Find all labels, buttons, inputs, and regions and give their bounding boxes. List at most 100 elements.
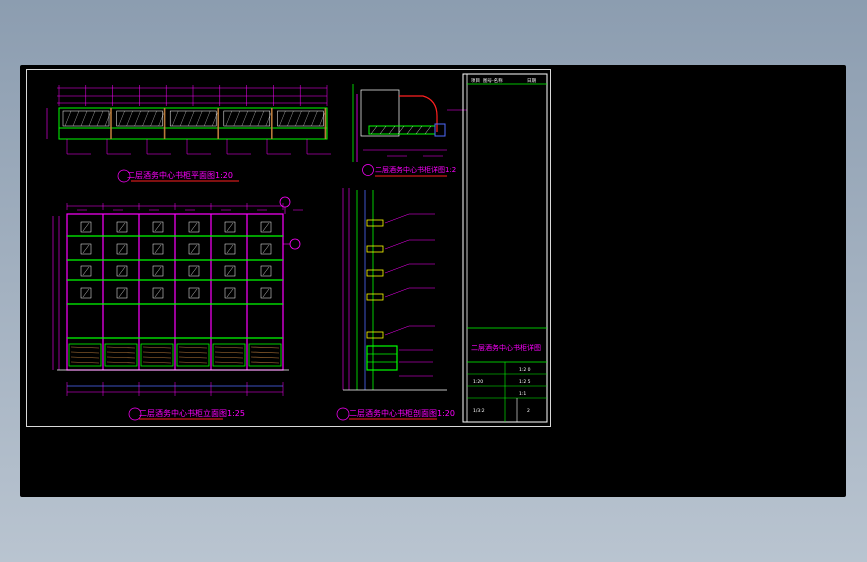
elevation-wood-grain <box>142 361 172 364</box>
plan-bay-hatch <box>287 110 294 127</box>
plan-bay-hatch <box>196 110 203 127</box>
elevation-wood-grain <box>214 356 244 359</box>
detail-hatch-line <box>406 125 414 135</box>
plan-bay-hatch <box>180 110 187 127</box>
elevation-wood-grain <box>70 351 100 354</box>
section-leader-line <box>384 325 410 336</box>
plan-bay-hatch <box>233 110 240 127</box>
plan-bay-hatch <box>319 110 326 127</box>
plan-bay-hatch <box>303 110 310 127</box>
section-shelf-profile <box>366 269 384 277</box>
elevation-glass-hatch <box>82 266 90 276</box>
elevation-wood-grain <box>178 346 208 349</box>
plan-bay-hatch <box>96 110 104 127</box>
elevation-glass-hatch <box>82 244 90 254</box>
elevation-glass-hatch <box>190 244 198 254</box>
plan-bay-hatch <box>142 110 149 127</box>
elevation-glass-hatch <box>226 266 234 276</box>
elevation-wood-grain <box>142 351 172 354</box>
elevation-glass-hatch <box>154 266 162 276</box>
elevation-wood-grain <box>250 361 280 364</box>
title-row-2-right: 1:1 <box>519 391 526 397</box>
section-shelf-profile <box>366 245 384 253</box>
section-shelf-profile <box>366 293 384 301</box>
cad-viewport[interactable]: 二层酒务中心书柜平面图1:20 二层酒务中心书柜详图1:2 二层酒务中心书柜立面… <box>20 65 846 497</box>
plan-bay-hatch <box>80 110 88 127</box>
section-leader-line <box>384 263 410 274</box>
plan-bay-hatch <box>257 110 264 127</box>
plan-bay-hatch <box>158 110 165 127</box>
plan-bay-hatch <box>225 110 232 127</box>
section-shelf-profile <box>366 331 384 339</box>
detail-hatch-line <box>424 125 432 135</box>
cad-drawing: 二层酒务中心书柜平面图1:20 二层酒务中心书柜详图1:2 二层酒务中心书柜立面… <box>46 73 548 423</box>
elevation-glass-hatch <box>226 288 234 298</box>
plan-bay-hatch <box>118 110 125 127</box>
elevation-wood-grain <box>142 346 172 349</box>
plan-bay-hatch <box>88 110 96 127</box>
elevation-wood-grain <box>214 351 244 354</box>
detail-callout-bubble <box>362 164 374 176</box>
elevation-wood-grain <box>106 356 136 359</box>
plan-bay-hatch <box>295 110 302 127</box>
plan-bay-hatch <box>64 110 72 127</box>
section-leader-line <box>384 287 410 298</box>
plan-bay-hatch <box>150 110 157 127</box>
plan-bay-hatch <box>212 110 219 127</box>
elevation-wood-grain <box>214 361 244 364</box>
title-row-3-left: 1/3:2 <box>473 408 485 414</box>
plan-bay-hatch <box>126 110 133 127</box>
title-row-3-right: 2 <box>527 408 530 414</box>
elevation-glass-hatch <box>190 266 198 276</box>
title-block <box>462 73 548 423</box>
elevation-glass-hatch <box>118 222 126 232</box>
detail-hatch-line <box>388 125 396 135</box>
elevation-glass-hatch <box>154 288 162 298</box>
plan-view <box>46 85 331 155</box>
elevation-wood-grain <box>178 361 208 364</box>
elevation-wood-grain <box>250 351 280 354</box>
plan-view-caption: 二层酒务中心书柜平面图1:20 <box>127 170 233 180</box>
plan-bay-hatch <box>204 110 211 127</box>
drawing-title: 二层酒务中心书柜详图 <box>471 343 541 352</box>
elevation-view-caption: 二层酒务中心书柜立面图1:25 <box>139 408 245 418</box>
elevation-glass-hatch <box>226 222 234 232</box>
title-block-header-date: 日期 <box>527 78 536 84</box>
plan-bay-hatch <box>311 110 318 127</box>
elevation-wood-grain <box>142 356 172 359</box>
elevation-glass-hatch <box>82 222 90 232</box>
plan-bay-hatch <box>279 110 286 127</box>
elevation-glass-hatch <box>154 244 162 254</box>
elevation-wood-grain <box>106 346 136 349</box>
plan-bay-hatch <box>172 110 179 127</box>
title-block-header-name: 图号-名称 <box>483 77 503 84</box>
elevation-glass-hatch <box>154 222 162 232</box>
elevation-wood-grain <box>250 346 280 349</box>
plan-bay-hatch <box>104 110 112 127</box>
elevation-glass-hatch <box>262 266 270 276</box>
title-row-0-right: 1:2 0 <box>519 367 531 373</box>
detail-hatch-line <box>415 125 423 135</box>
elevation-glass-hatch <box>262 222 270 232</box>
elevation-wood-grain <box>178 351 208 354</box>
elevation-glass-hatch <box>190 288 198 298</box>
plan-bay-hatch <box>265 110 272 127</box>
elevation-wood-grain <box>70 346 100 349</box>
section-leader-line <box>384 239 410 250</box>
elevation-wood-grain <box>106 361 136 364</box>
elevation-glass-hatch <box>118 266 126 276</box>
detail-hatch-line <box>370 125 378 135</box>
plan-bay-hatch <box>249 110 256 127</box>
drawing-sheet-frame: 二层酒务中心书柜平面图1:20 二层酒务中心书柜详图1:2 二层酒务中心书柜立面… <box>26 69 551 427</box>
plan-bay-hatch <box>72 110 80 127</box>
elevation-glass-hatch <box>262 244 270 254</box>
elevation-glass-hatch <box>190 222 198 232</box>
plan-bay-hatch <box>188 110 195 127</box>
elevation-wood-grain <box>106 351 136 354</box>
title-block-header-project: 项目 <box>471 78 480 84</box>
elevation-wood-grain <box>214 346 244 349</box>
title-row-1-left: 1:20 <box>473 379 483 385</box>
detail-view-caption: 二层酒务中心书柜详图1:2 <box>375 165 456 174</box>
detail-view <box>352 84 467 162</box>
title-row-1-right: 1:2 5 <box>519 379 531 385</box>
